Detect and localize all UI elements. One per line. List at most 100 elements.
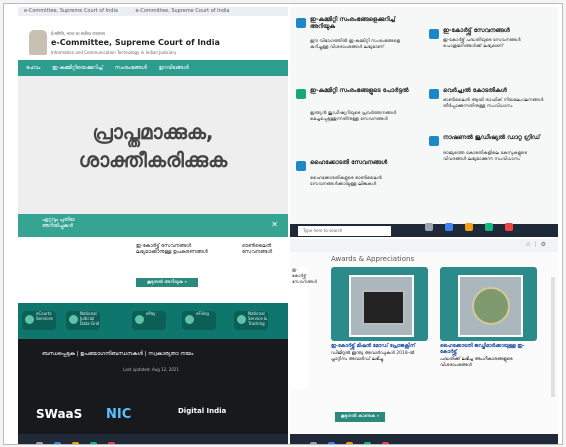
award-title-2: ഹൈക്കോടതി ജഡ്ജിമാർക്കായുള്ള ഇ-കോർട്ട്സ്: [440, 343, 525, 355]
card-text: ഇ-കോർട്ട്സ് പദ്ധതിയുടെ സേവനങ്ങൾ പൊതുജനങ്…: [443, 38, 521, 49]
footer-text: ഏറ്റവും പുതിയ അറിയിപ്പുകൾ: [42, 217, 75, 229]
nav-resources[interactable]: ഉറവിടങ്ങൾ: [159, 65, 189, 71]
taskbar: [290, 434, 558, 444]
taskbar-search[interactable]: Type here to search: [298, 226, 391, 236]
taskbar: Type here to search: [290, 222, 558, 237]
app-icon[interactable]: [328, 442, 336, 444]
badge-nstep[interactable]: National Service & Tracking: [234, 311, 268, 330]
nav-home[interactable]: ഹോം: [26, 65, 40, 71]
app-icon[interactable]: [485, 222, 494, 231]
taskbar-apps: [310, 435, 395, 444]
footer-bar: ഏറ്റവും പുതിയ അറിയിപ്പുകൾ ✕: [18, 214, 288, 237]
service-card-2[interactable]: ഇ-കമ്മിറ്റി സംരംഭങ്ങളുടെ പോർട്ടൽ ഇന്ത്യൻ…: [296, 87, 422, 147]
app-icon[interactable]: [465, 222, 474, 231]
service-card-4[interactable]: ഇ-കോർട്ട്സ് സേവനങ്ങൾ ഇ-കോർട്ട്സ് പദ്ധതിയ…: [429, 27, 555, 77]
service-card-3[interactable]: ഹൈക്കോടതി സേവനങ്ങൾ ഹൈക്കോടതികളുടെ ഓൺലൈൻ …: [296, 159, 422, 211]
badge-ecourts[interactable]: eCourts Services: [22, 311, 56, 330]
folder-icon: [429, 29, 439, 39]
header-line3: Information and Communication Technology…: [51, 50, 177, 55]
info-icon: [296, 18, 306, 28]
card-text: രാജ്യത്തെ കോടതികളിലെ കേസുകളുടെ വിവരങ്ങൾ …: [443, 151, 527, 162]
award-summary-2: ഹൈക്കോടതി ജഡ്ജിമാർക്കായുള്ള ഇ-കോർട്ട്സ് …: [440, 343, 532, 369]
app-icon[interactable]: [36, 442, 43, 444]
content-top: ഇ-കോർട്ട്സ് സേവനങ്ങൾ ലഭ്യമാക്കാനുള്ള ഉപക…: [18, 239, 288, 303]
emblem-icon: [29, 30, 47, 55]
card-title: വെർച്ച്വൽ കോടതികൾ: [443, 87, 507, 94]
app-icon[interactable]: [90, 442, 98, 444]
top-text-2: ഓൺലൈൻ സേവനങ്ങൾ: [242, 243, 273, 255]
header-line1: ई-समिति, भारत का सर्वोच्च न्यायालय: [51, 31, 106, 36]
app-icon[interactable]: [505, 222, 514, 231]
service-card-6[interactable]: നാഷണൽ ജുഡീഷ്യൽ ഡാറ്റ ഗ്രിഡ് രാജ്യത്തെ കോ…: [429, 134, 555, 182]
bottom-left-window: ഇ-കോർട്ട്സ് സേവനങ്ങൾ ലഭ്യമാക്കാനുള്ള ഉപക…: [18, 239, 288, 444]
swaas-logo: SWaaS: [36, 407, 83, 421]
nav-initiatives[interactable]: സംരംഭങ്ങൾ: [115, 65, 147, 71]
service-card-5[interactable]: വെർച്ച്വൽ കോടതികൾ ഓൺലൈൻ ആയി ട്രാഫിക് നിയ…: [429, 87, 555, 127]
award-text-1: ഡിജിറ്റൽ ഇന്ത്യ അവാർഡുകൾ 2018-ൽ പ്ലാറ്റി…: [331, 351, 415, 362]
tab-2[interactable]: e-Committee, Supreme Court of India: [136, 8, 230, 14]
monitor-icon: [429, 89, 439, 99]
badge-epay[interactable]: ePay: [132, 311, 166, 330]
award-text-2: പദ്ധതിക്ക് ലഭിച്ച അംഗീകാരങ്ങളുടെ വിശദാംശ…: [440, 357, 513, 368]
browser-controls: ☆ ⋮ ⚙: [290, 239, 558, 252]
award-card-2[interactable]: [440, 267, 537, 341]
hero-banner: പ്രാപ്തമാക്കുക, ശാക്തീകരിക്കുക: [18, 76, 288, 214]
card-text: ഓൺലൈൻ ആയി ട്രാഫിക് നിയമലംഘനങ്ങൾ തീർപ്പാക…: [443, 98, 544, 109]
card-title: നാഷണൽ ജുഡീഷ്യൽ ഡാറ്റ ഗ്രിഡ്: [443, 134, 541, 141]
learn-more-button[interactable]: കൂടുതൽ അറിയുക »: [136, 278, 198, 287]
app-icon[interactable]: [425, 222, 433, 231]
left-text-panel: ഇ-കോർട്ട്സ് സേവനങ്ങൾ: [290, 267, 318, 389]
browser-tabs: e-Committee, Supreme Court of India e-Co…: [18, 7, 288, 16]
app-icon[interactable]: [382, 442, 390, 444]
court-icon: [296, 161, 306, 171]
card-title: ഇ-കമ്മിറ്റി സംരംഭങ്ങളുടെ പോർട്ടൽ: [310, 87, 409, 94]
app-icon[interactable]: [54, 442, 62, 444]
app-icon[interactable]: [108, 442, 116, 444]
card-text: ഈ വിഭാഗത്തിൽ ഇ-കമ്മിറ്റി സംരംഭങ്ങളെ കുറി…: [310, 39, 400, 50]
scrollbar[interactable]: [551, 277, 555, 397]
services-panel: ഇ-കമ്മിറ്റി സംരംഭങ്ങളെക്കുറിച്ച് അറിയുക …: [290, 7, 558, 224]
site-header: ई-समिति, भारत का सर्वोच्च न्यायालय e-Com…: [18, 16, 288, 60]
award-card-1[interactable]: [331, 267, 428, 341]
site-footer: ബന്ധപ്പെടുക | ഉപയോഗനിബന്ധനകൾ | സ്വകാര്യത…: [18, 339, 288, 434]
bottom-right-window: ☆ ⋮ ⚙ ഇ-കോർട്ട്സ് സേവനങ്ങൾ Awards & Appr…: [290, 239, 558, 444]
card-title: ഹൈക്കോടതി സേവനങ്ങൾ: [310, 159, 388, 166]
card-title: ഇ-കോർട്ട്സ് സേവനങ്ങൾ: [443, 27, 510, 34]
header-line2: e-Committee, Supreme Court of India: [51, 38, 220, 47]
portal-icon: [296, 89, 306, 99]
hero-line-1: പ്രാപ്തമാക്കുക,: [92, 120, 214, 144]
app-icon[interactable]: [364, 442, 372, 444]
top-text-1: ഇ-കോർട്ട്സ് സേവനങ്ങൾ ലഭ്യമാക്കാനുള്ള ഉപക…: [136, 243, 208, 255]
badge-njdg[interactable]: National Judicial Data Grid: [66, 311, 100, 330]
close-icon[interactable]: ✕: [271, 220, 278, 229]
award-image-2: [458, 275, 523, 337]
app-icon[interactable]: [72, 442, 80, 444]
taskbar-apps: [425, 216, 520, 235]
service-card-1[interactable]: ഇ-കമ്മിറ്റി സംരംഭങ്ങളെക്കുറിച്ച് അറിയുക …: [296, 16, 422, 72]
digital-india-logo: Digital India: [178, 407, 227, 415]
nav-about[interactable]: ഇ-കമ്മിറ്റിയെക്കുറിച്ച്: [52, 65, 103, 71]
services-badges: eCourts Services National Judicial Data …: [18, 303, 288, 339]
top-left-window: e-Committee, Supreme Court of India e-Co…: [18, 7, 288, 237]
app-icon[interactable]: [346, 442, 354, 444]
left-text: ഇ-കോർട്ട്സ് സേവനങ്ങൾ: [292, 267, 318, 284]
awards-heading: Awards & Appreciations: [331, 255, 415, 263]
last-updated: Last updated: Aug 12, 2021: [123, 367, 179, 372]
app-icon[interactable]: [445, 222, 454, 231]
top-right-window: ഇ-കമ്മിറ്റി സംരംഭങ്ങളെക്കുറിച്ച് അറിയുക …: [290, 7, 558, 237]
footer-links[interactable]: ബന്ധപ്പെടുക | ഉപയോഗനിബന്ധനകൾ | സ്വകാര്യത…: [42, 351, 193, 358]
badge-efiling[interactable]: eFiling: [182, 311, 216, 330]
taskbar: [18, 434, 288, 444]
nic-logo: NIC: [106, 407, 132, 422]
tab-1[interactable]: e-Committee, Supreme Court of India: [24, 8, 118, 14]
main-nav: ഹോം ഇ-കമ്മിറ്റിയെക്കുറിച്ച് സംരംഭങ്ങൾ ഉറ…: [18, 60, 288, 76]
card-text: ഇന്ത്യൻ ജുഡീഷ്യറിയുടെ പ്രവർത്തനങ്ങൾ മെച്…: [310, 111, 397, 122]
card-title: ഇ-കമ്മിറ്റി സംരംഭങ്ങളെക്കുറിച്ച് അറിയുക: [310, 16, 396, 30]
app-icon[interactable]: [310, 442, 317, 444]
see-more-button[interactable]: കൂടുതൽ കാണുക »: [335, 412, 385, 422]
grid-icon: [429, 136, 439, 146]
window-controls[interactable]: ☆ ⋮ ⚙: [525, 241, 546, 248]
award-summary-1: ഇ-കോർട്ട്സ് മിഷൻ മോഡ് പ്രോജക്റ്റിന് ഡിജി…: [331, 343, 423, 363]
card-text: ഹൈക്കോടതികളുടെ ഓൺലൈൻ സേവനങ്ങൾക്കായുള്ള ല…: [310, 176, 382, 187]
hero-line-2: ശാക്തീകരിക്കുക: [78, 148, 228, 172]
